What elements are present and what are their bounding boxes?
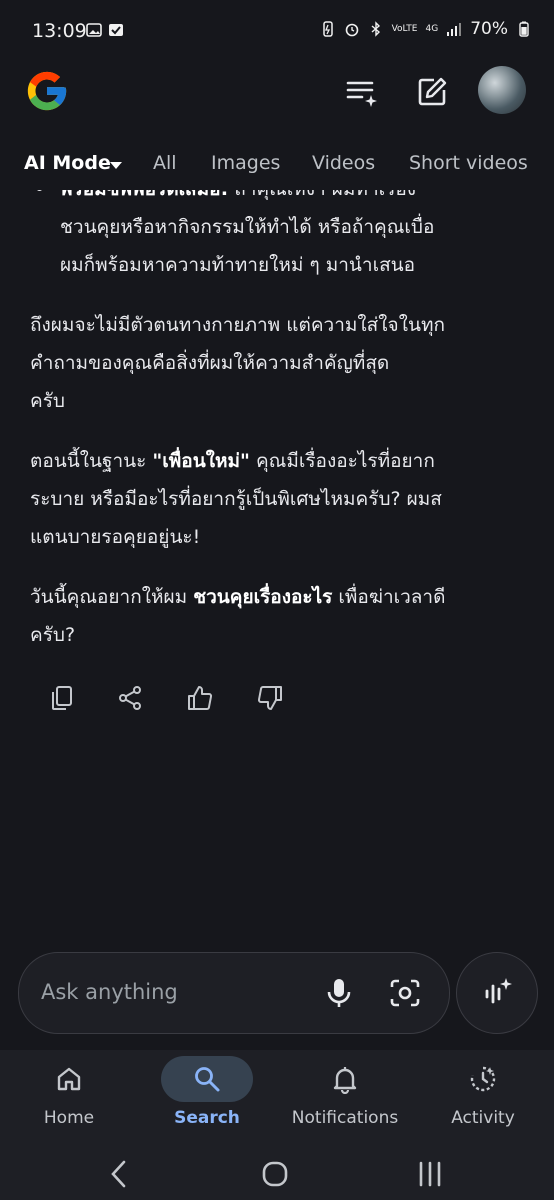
- paragraph-line: ครับ?: [30, 624, 76, 646]
- home-icon: [57, 1067, 81, 1091]
- search-input[interactable]: Ask anything: [41, 980, 178, 1004]
- copy-icon[interactable]: [48, 684, 76, 712]
- nav-home[interactable]: Home: [0, 1056, 138, 1146]
- alarm-icon: [345, 23, 358, 37]
- share-icon[interactable]: [116, 684, 144, 712]
- activity-clock-icon: [470, 1066, 496, 1092]
- bullet-line-1: พร้อมซัพพอร์ตเสมอ: ถ้าคุณเหงา ผมทำเรื่อง: [60, 190, 530, 208]
- answer-paragraph-2: ตอนนี้ในฐานะ "เพื่อนใหม่" คุณมีเรื่องอะไ…: [30, 442, 530, 556]
- status-left-icons: [86, 22, 124, 38]
- paragraph-text: ตอนนี้ในฐานะ: [30, 450, 153, 472]
- bluetooth-icon: [371, 21, 380, 37]
- status-time: 13:09: [32, 20, 87, 42]
- nav-home-icon-wrap: [23, 1056, 115, 1102]
- paragraph-line: ตอนนี้ในฐานะ "เพื่อนใหม่" คุณมีเรื่องอะไ…: [30, 442, 530, 480]
- paragraph-line: ครับ: [30, 390, 65, 412]
- paragraph-bold-text: "เพื่อนใหม่": [152, 450, 250, 472]
- answer-paragraph-3: วันนี้คุณอยากให้ผม ชวนคุยเรื่องอะไร เพื่…: [30, 578, 530, 654]
- tab-images[interactable]: Images: [211, 152, 280, 174]
- tab-ai-mode[interactable]: AI Mode: [24, 152, 111, 174]
- answer-paragraph-1: ถึงผมจะไม่มีตัวตนทางกายภาพ แต่ความใส่ใจใ…: [30, 306, 530, 420]
- bullet-line-2: ชวนคุยหรือหากิจกรรมให้ทำได้ หรือถ้าคุณเบ…: [60, 216, 435, 238]
- nav-search[interactable]: Search: [138, 1056, 276, 1146]
- bullet-text: ถ้าคุณเหงา ผมทำเรื่อง: [234, 190, 416, 200]
- search-history-icon[interactable]: [344, 74, 380, 110]
- paragraph-line: ถึงผมจะไม่มีตัวตนทางกายภาพ แต่ความใส่ใจใ…: [30, 314, 445, 336]
- ai-live-button[interactable]: [456, 952, 538, 1034]
- status-bar: 13:09 VoLTE 4G 70%: [0, 0, 554, 62]
- nav-search-label: Search: [174, 1108, 240, 1128]
- answer-actions: [46, 680, 306, 720]
- search-mode-tabs: AI Mode All Images Videos Short videos: [0, 140, 554, 190]
- nav-activity[interactable]: Activity: [414, 1056, 552, 1146]
- bottom-navigation: Home Search Notifications Activity: [0, 1050, 554, 1200]
- status-right: VoLTE 4G 70%: [320, 19, 532, 39]
- recent-apps-icon[interactable]: [412, 1156, 448, 1192]
- paragraph-text: เพื่อฆ่าเวลาดี: [332, 586, 446, 608]
- nav-search-icon-wrap: [161, 1056, 253, 1102]
- nav-activity-icon-wrap: [437, 1056, 529, 1102]
- paragraph-bold-text: ชวนคุยเรื่องอะไร: [193, 586, 333, 608]
- paragraph-line: แตนบายรอคุยอยู่นะ!: [30, 526, 201, 548]
- nav-home-label: Home: [43, 1108, 95, 1128]
- list-item: พร้อมซัพพอร์ตเสมอ: ถ้าคุณเหงา ผมทำเรื่อง…: [30, 190, 530, 284]
- system-navigation-bar: [0, 1150, 554, 1200]
- checkbox-notification-icon: [109, 24, 123, 36]
- thumbs-down-icon[interactable]: [256, 684, 284, 712]
- paragraph-line: ระบาย หรือมีอะไรที่อยากรู้เป็นพิเศษไหมคร…: [30, 488, 442, 510]
- battery-icon: [519, 21, 529, 37]
- gallery-icon: [86, 23, 102, 37]
- nav-activity-label: Activity: [451, 1108, 515, 1128]
- app-header: [0, 62, 554, 122]
- sparkle-voice-icon: [485, 978, 512, 1004]
- home-system-icon[interactable]: [257, 1156, 293, 1192]
- microphone-icon[interactable]: [321, 975, 357, 1011]
- bell-icon: [333, 1067, 357, 1094]
- lens-camera-icon[interactable]: [387, 975, 423, 1011]
- nav-notifications-icon-wrap: [299, 1056, 391, 1102]
- network-type: 4G: [425, 23, 439, 34]
- battery-percent: 70%: [470, 19, 508, 39]
- nav-notifications-label: Notifications: [291, 1108, 399, 1128]
- paragraph-text: วันนี้คุณอยากให้ผม: [30, 586, 194, 608]
- battery-saver-icon: [322, 21, 333, 37]
- bullet-line-3: ผมก็พร้อมหาความท้าทายใหม่ ๆ มานำเสนอ: [60, 254, 416, 276]
- thumbs-up-icon[interactable]: [186, 684, 214, 712]
- back-icon[interactable]: [102, 1156, 138, 1192]
- edit-icon[interactable]: [414, 74, 450, 110]
- volte-indicator: VoLTE: [391, 23, 418, 34]
- chevron-down-icon[interactable]: [110, 162, 122, 169]
- ask-input-bar[interactable]: Ask anything: [18, 952, 450, 1034]
- google-g-logo[interactable]: [24, 68, 70, 114]
- bullet-icon: [36, 190, 43, 191]
- search-icon: [195, 1067, 220, 1092]
- ai-answer: พร้อมซัพพอร์ตเสมอ: ถ้าคุณเหงา ผมทำเรื่อง…: [30, 190, 530, 660]
- paragraph-line: คำถามของคุณคือสิ่งที่ผมให้ความสำคัญที่สุ…: [30, 352, 390, 374]
- tab-videos[interactable]: Videos: [312, 152, 375, 174]
- paragraph-line: วันนี้คุณอยากให้ผม ชวนคุยเรื่องอะไร เพื่…: [30, 578, 530, 616]
- nav-notifications[interactable]: Notifications: [276, 1056, 414, 1146]
- user-avatar[interactable]: [478, 66, 526, 114]
- signal-icon: [447, 23, 462, 36]
- tab-short-videos[interactable]: Short videos: [409, 152, 528, 174]
- bullet-bold-text: พร้อมซัพพอร์ตเสมอ:: [60, 190, 228, 200]
- tab-all[interactable]: All: [153, 152, 177, 174]
- paragraph-text: คุณมีเรื่องอะไรที่อยาก: [249, 450, 435, 472]
